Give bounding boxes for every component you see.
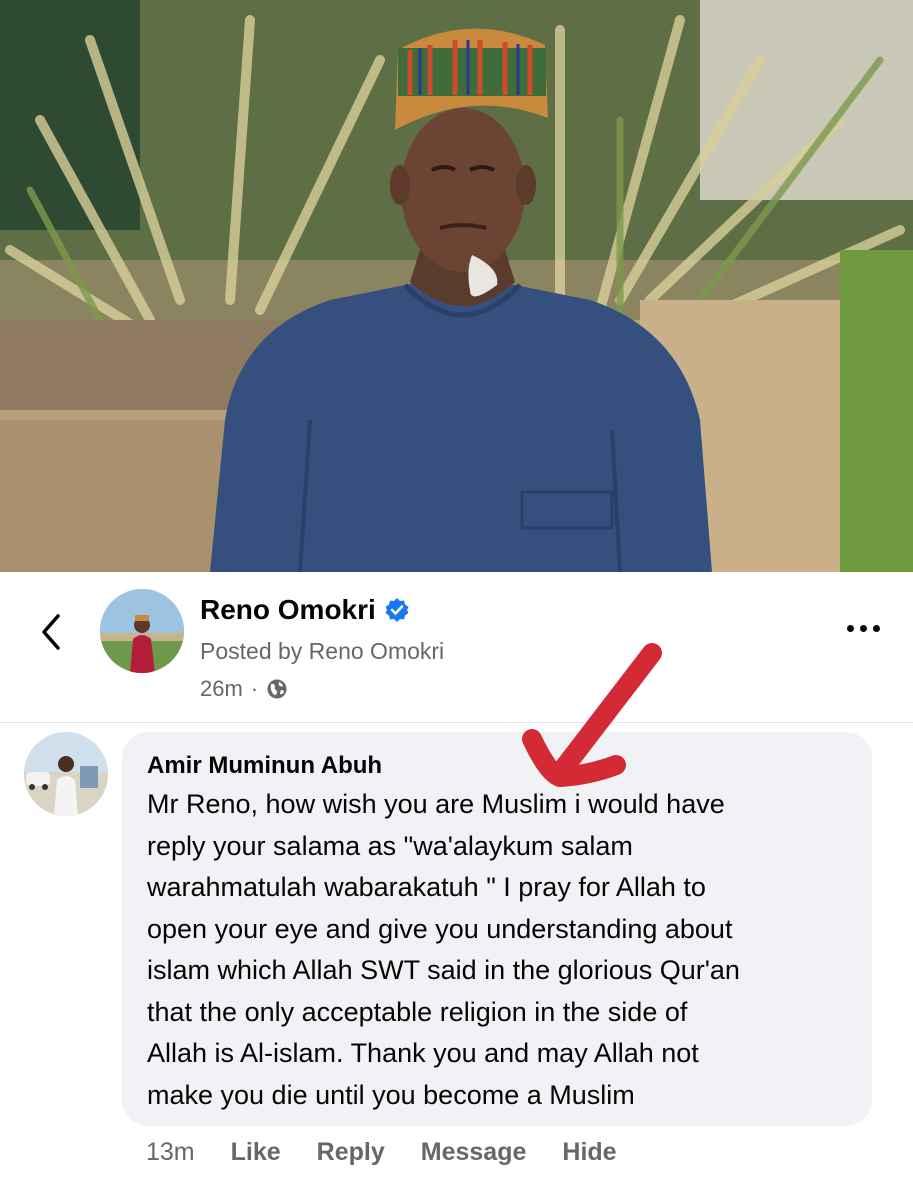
back-button[interactable] (30, 612, 70, 652)
commenter-avatar[interactable] (24, 732, 108, 816)
post-meta: 26m · (200, 676, 288, 702)
comment-time[interactable]: 13m (146, 1138, 195, 1167)
comment-line: warahmatulah wabarakatuh " I pray for Al… (147, 872, 706, 902)
comment-line: reply your salama as "wa'alaykum salam (147, 830, 633, 861)
author-avatar[interactable] (100, 589, 184, 673)
comment-line: Allah is Al-islam. Thank you and may All… (147, 1038, 699, 1068)
comment-line: that the only acceptable religion in the… (147, 996, 688, 1027)
post-photo[interactable] (0, 0, 913, 572)
reply-button[interactable]: Reply (317, 1138, 385, 1167)
comment-bubble[interactable]: Amir Muminun Abuh Mr Reno, how wish you … (122, 732, 872, 1126)
message-button[interactable]: Message (421, 1138, 527, 1167)
author-name-row: Reno Omokri (200, 594, 410, 626)
comment-line: make you die until you become a Muslim (147, 1079, 635, 1110)
more-options-button[interactable] (841, 616, 885, 640)
more-dot-icon (846, 624, 854, 632)
comment-text: Mr Reno, how wish you are Muslim i would… (147, 784, 848, 1116)
more-dot-icon (859, 624, 867, 632)
meta-separator: · (250, 676, 259, 701)
comment-line: open your eye and give you understanding… (147, 913, 733, 944)
chevron-left-icon (42, 614, 60, 650)
verified-badge-icon (384, 597, 410, 623)
post-header: Reno Omokri Posted by Reno Omokri 26m · (0, 572, 913, 723)
author-name[interactable]: Reno Omokri (200, 594, 376, 626)
post-time[interactable]: 26m (200, 676, 243, 702)
posted-by-label: Posted by Reno Omokri (200, 638, 445, 664)
post-photo-illustration (0, 0, 913, 572)
comment-actions: 13m Like Reply Message Hide (146, 1138, 653, 1167)
hide-button[interactable]: Hide (562, 1138, 616, 1167)
comment-line: Mr Reno, how wish you are Muslim i would… (147, 789, 725, 819)
commenter-avatar-image (24, 732, 108, 816)
globe-icon (266, 678, 288, 700)
like-button[interactable]: Like (231, 1138, 281, 1167)
commenter-name[interactable]: Amir Muminun Abuh (147, 752, 848, 780)
comment-line: islam which Allah SWT said in the glorio… (147, 955, 740, 985)
author-avatar-image (100, 589, 184, 673)
more-dot-icon (872, 624, 880, 632)
